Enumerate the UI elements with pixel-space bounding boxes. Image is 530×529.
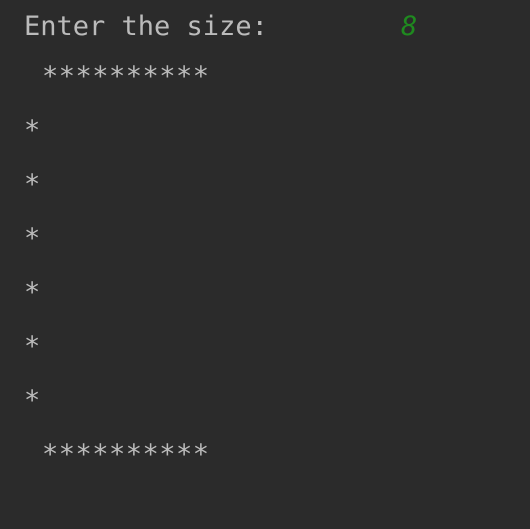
input-prompt: Enter the size:	[24, 11, 268, 42]
output-line: *	[24, 277, 41, 308]
output-line: *	[24, 331, 41, 362]
output-line-top-border: **********	[42, 61, 210, 92]
output-line: *	[24, 115, 41, 146]
user-input-value: 8	[401, 11, 418, 42]
output-line: *	[24, 169, 41, 200]
output-line-bottom-border: **********	[42, 439, 210, 470]
console-output: Enter the size: 8 ********** * * * * * *…	[0, 0, 530, 529]
output-line: *	[24, 385, 41, 416]
output-line: *	[24, 223, 41, 254]
